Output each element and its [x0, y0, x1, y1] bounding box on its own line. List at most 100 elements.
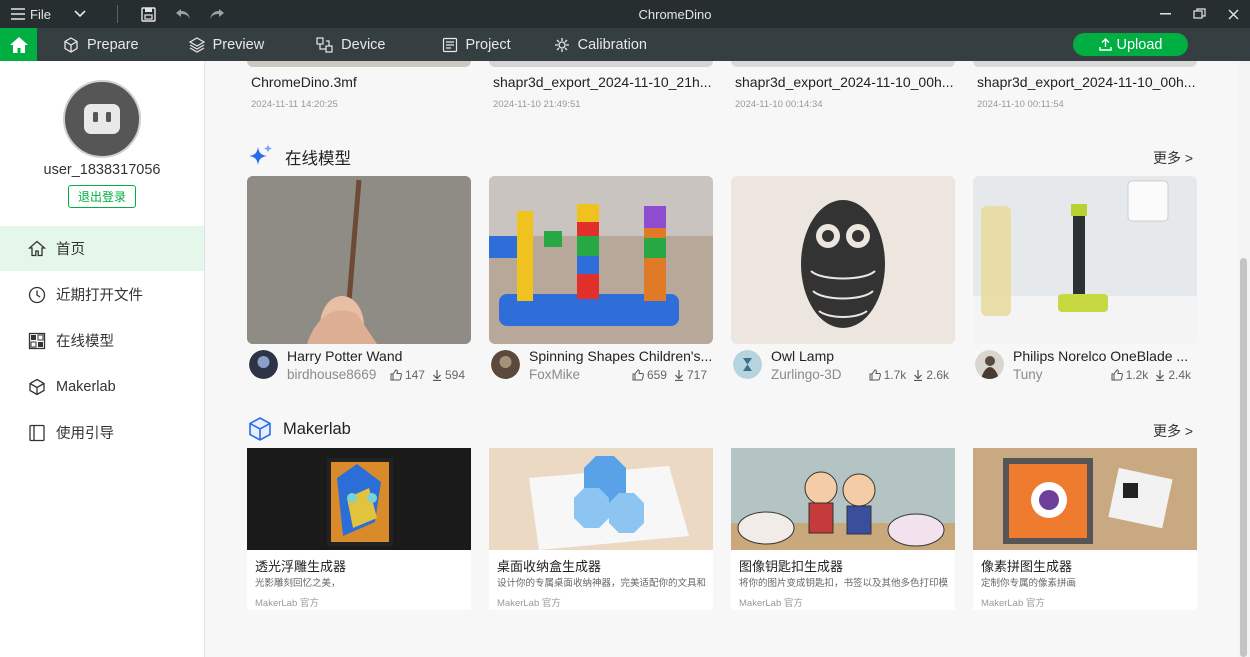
- makerlab-card[interactable]: 透光浮雕生成器 光影雕刻回忆之美， MakerLab 官方: [247, 448, 471, 610]
- makerlab-card-title: 桌面收纳盒生成器: [497, 559, 602, 574]
- makerlab-header: Makerlab: [247, 416, 351, 442]
- download-count: 2.6k: [926, 368, 949, 382]
- save-button[interactable]: [132, 0, 166, 28]
- tab-project-label: Project: [465, 36, 511, 53]
- tab-prepare[interactable]: Prepare: [63, 28, 139, 61]
- makerlab-thumbnail: [973, 448, 1197, 550]
- model-author[interactable]: FoxMike: [529, 367, 580, 382]
- model-title: Philips Norelco OneBlade ...: [1013, 348, 1189, 364]
- author-avatar[interactable]: [975, 350, 1004, 379]
- makerlab-more-link[interactable]: 更多 >: [1153, 421, 1193, 441]
- save-icon: [141, 6, 157, 22]
- makerlab-card-title: 像素拼图生成器: [981, 559, 1073, 574]
- like-count: 1.7k: [883, 368, 907, 382]
- makerlab-card-source: MakerLab 官方: [255, 598, 319, 609]
- like-count: 1.2k: [1125, 368, 1149, 382]
- download-icon: [432, 370, 441, 381]
- makerlab-title: Makerlab: [283, 419, 351, 438]
- sidebar-item-label: Makerlab: [56, 378, 116, 395]
- model-card[interactable]: Harry Potter Wand birdhouse8669 147 594: [247, 176, 471, 388]
- tab-project[interactable]: Project: [442, 28, 511, 61]
- close-icon: [1228, 9, 1238, 19]
- author-avatar[interactable]: [733, 350, 762, 379]
- model-thumbnail: [247, 176, 471, 344]
- model-card[interactable]: Philips Norelco OneBlade ... Tuny 1.2k 2…: [973, 176, 1197, 388]
- undo-button[interactable]: [166, 0, 200, 28]
- makerlab-card-desc: 将你的图片变成钥匙扣，书签以及其他多色打印模...: [739, 578, 949, 589]
- model-title: Harry Potter Wand: [287, 348, 403, 364]
- restore-button[interactable]: [1182, 0, 1216, 28]
- model-thumbnail: [731, 176, 955, 344]
- user-avatar[interactable]: [63, 80, 141, 158]
- upload-icon: [1098, 38, 1112, 51]
- scrollbar-thumb[interactable]: [1240, 258, 1247, 657]
- model-author[interactable]: Zurlingo-3D: [771, 367, 842, 382]
- download-count: 594: [444, 368, 465, 382]
- tab-preview[interactable]: Preview: [188, 28, 265, 61]
- tab-preview-label: Preview: [212, 36, 265, 53]
- recent-file-thumbnail: [247, 61, 471, 67]
- makerlab-card-desc: 设计你的专属桌面收纳神器，完美适配你的文具和...: [497, 578, 707, 589]
- recent-file-name: shapr3d_export_2024-11-10_00h...: [735, 74, 954, 90]
- sidebar-item-label: 在线模型: [56, 334, 114, 350]
- upload-button-label: Upload: [1116, 36, 1163, 53]
- download-icon: [1156, 370, 1165, 381]
- cube-icon: [64, 36, 78, 53]
- model-thumbnail: [973, 176, 1197, 344]
- download-count: 2.4k: [1168, 368, 1191, 382]
- online-models-title: 在线模型: [285, 150, 351, 168]
- makerlab-thumbnail: [731, 448, 955, 550]
- download-icon: [914, 370, 923, 381]
- makerlab-icon: [29, 378, 45, 395]
- makerlab-card-title: 透光浮雕生成器: [255, 559, 347, 574]
- dropdown-button[interactable]: [63, 0, 97, 28]
- model-author[interactable]: Tuny: [1013, 367, 1043, 382]
- model-title: Spinning Shapes Children's...: [529, 348, 711, 364]
- model-stats: 1.7k 2.6k: [869, 368, 949, 382]
- model-stats: 1.2k 2.4k: [1111, 368, 1191, 382]
- tab-calibration[interactable]: Calibration: [554, 28, 647, 61]
- model-author[interactable]: birdhouse8669: [287, 367, 376, 382]
- makerlab-card[interactable]: 桌面收纳盒生成器 设计你的专属桌面收纳神器，完美适配你的文具和... Maker…: [489, 448, 713, 610]
- makerlab-card-source: MakerLab 官方: [497, 598, 561, 609]
- model-card[interactable]: Owl Lamp Zurlingo-3D 1.7k 2.6k: [731, 176, 955, 388]
- makerlab-card[interactable]: 像素拼图生成器 定制你专属的像素拼画 MakerLab 官方: [973, 448, 1197, 610]
- main-navbar: Prepare Preview Device Project Calibrati…: [0, 28, 1250, 61]
- project-icon: [442, 37, 457, 52]
- online-models-icon: [28, 332, 46, 349]
- minimize-button[interactable]: [1148, 0, 1182, 28]
- home-icon: [9, 36, 28, 53]
- model-title: Owl Lamp: [771, 348, 835, 364]
- redo-icon: [209, 9, 224, 19]
- tab-device[interactable]: Device: [316, 28, 386, 61]
- redo-button[interactable]: [200, 0, 234, 28]
- sidebar-item-online-models[interactable]: 在线模型: [0, 318, 204, 363]
- sidebar-item-makerlab[interactable]: Makerlab: [0, 364, 204, 409]
- tab-home[interactable]: [0, 28, 37, 61]
- minimize-icon: [1159, 13, 1171, 15]
- sidebar-item-home[interactable]: 首页: [0, 226, 204, 271]
- sidebar-item-recent-files[interactable]: 近期打开文件: [0, 272, 204, 317]
- author-avatar[interactable]: [491, 350, 520, 379]
- author-avatar[interactable]: [249, 350, 278, 379]
- model-card[interactable]: Spinning Shapes Children's... FoxMike 65…: [489, 176, 713, 388]
- model-stats: 147 594: [390, 368, 465, 382]
- close-button[interactable]: [1216, 0, 1250, 28]
- chevron-down-icon: [74, 10, 86, 18]
- logout-button[interactable]: 退出登录: [68, 185, 136, 208]
- tab-prepare-label: Prepare: [87, 36, 139, 53]
- makerlab-card[interactable]: 图像钥匙扣生成器 将你的图片变成钥匙扣，书签以及其他多色打印模... Maker…: [731, 448, 955, 610]
- upload-button[interactable]: Upload: [1073, 33, 1188, 56]
- thumbs-up-icon: [1111, 369, 1123, 381]
- sidebar-item-guide[interactable]: 使用引导: [0, 410, 204, 455]
- download-count: 717: [686, 368, 707, 382]
- online-models-more-link[interactable]: 更多 >: [1153, 148, 1193, 168]
- file-menu-button[interactable]: File: [10, 0, 51, 28]
- hamburger-menu-icon: [11, 8, 25, 20]
- file-menu-label: File: [30, 6, 51, 22]
- vertical-scrollbar[interactable]: [1238, 61, 1250, 657]
- recent-file-name: shapr3d_export_2024-11-10_00h...: [977, 74, 1196, 90]
- guide-icon: [29, 424, 45, 441]
- thumbs-up-icon: [869, 369, 881, 381]
- tab-device-label: Device: [341, 36, 386, 53]
